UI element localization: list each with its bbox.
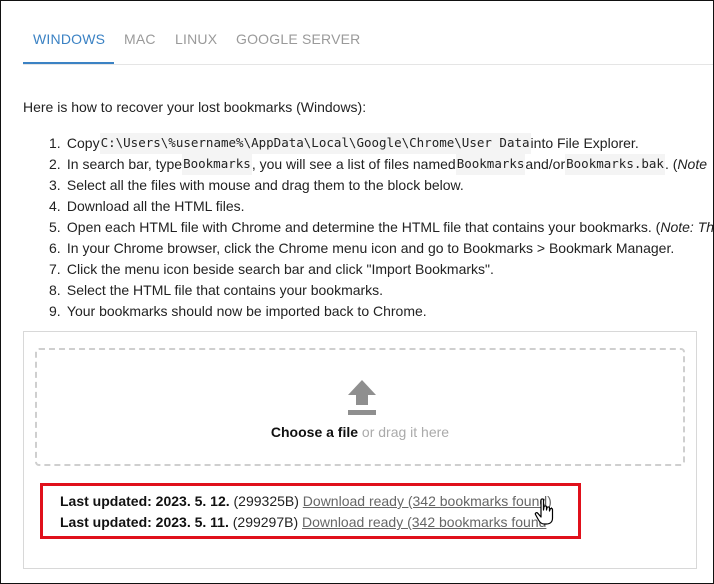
file-size: (299297B) [228,514,303,530]
tab-bar: WINDOWS MAC LINUX GOOGLE SERVER [23,1,713,65]
step-item: 7. Click the menu icon beside search bar… [49,259,713,280]
tab-mac[interactable]: MAC [124,31,156,47]
step-number: 2. [49,156,61,172]
step-number: 9. [49,303,61,319]
step-text: Click the menu icon beside search bar an… [66,261,494,277]
drag-hint: or drag it here [358,424,450,440]
step-text: Copy [66,135,100,151]
step-text: . ( [664,156,678,172]
download-highlight-box: Last updated: 2023. 5. 12. (299325B) Dow… [40,483,581,539]
hand-pointer-icon [534,498,554,525]
download-link[interactable]: Download ready (342 bookmarks found [302,514,546,530]
tab-windows[interactable]: WINDOWS [33,31,105,47]
step-item: 3. Select all the files with mouse and d… [49,175,713,196]
file-code: Bookmarks [455,154,526,175]
step-item: 5. Open each HTML file with Chrome and d… [49,217,714,238]
step-item: 2. In search bar, type Bookmarks, you wi… [49,154,713,175]
step-text: into File Explorer. [530,135,639,151]
step-text: In search bar, type [66,156,183,172]
file-code: Bookmarks.bak [565,154,665,175]
update-row: Last updated: 2023. 5. 11. (299297B) Dow… [60,514,546,530]
upload-arrow-icon [348,380,376,415]
intro-text: Here is how to recover your lost bookmar… [23,99,367,115]
choose-file-label[interactable]: Choose a file [271,424,358,440]
step-number: 7. [49,261,61,277]
tab-google-server[interactable]: GOOGLE SERVER [236,31,361,47]
step-text: Your bookmarks should now be imported ba… [66,303,427,319]
note-text: Note: The [660,219,714,235]
download-link[interactable]: Download ready (342 bookmarks found) [303,493,552,509]
step-number: 5. [49,219,61,235]
step-text: and/or [525,156,566,172]
step-item: 9. Your bookmarks should now be imported… [49,301,713,322]
step-item: 1. Copy C:\Users\%username%\AppData\Loca… [49,133,713,154]
last-updated-label: Last updated: 2023. 5. 11. [60,514,229,530]
step-text: Open each HTML file with Chrome and dete… [66,219,661,235]
file-size: (299325B) [229,493,303,509]
step-text: , you will see a list of files named [251,156,456,172]
choose-file-text: Choose a file or drag it here [37,424,683,440]
tab-linux[interactable]: LINUX [175,31,217,47]
step-number: 8. [49,282,61,298]
file-dropzone[interactable]: Choose a file or drag it here [35,348,685,466]
step-number: 6. [49,240,61,256]
step-item: 4. Download all the HTML files. [49,196,713,217]
step-number: 1. [49,135,61,151]
step-item: 8. Select the HTML file that contains yo… [49,280,713,301]
app-frame: WINDOWS MAC LINUX GOOGLE SERVER Here is … [0,0,714,584]
step-text: Download all the HTML files. [66,198,245,214]
active-tab-indicator [23,62,114,64]
step-text: Select all the files with mouse and drag… [66,177,464,193]
path-code: C:\Users\%username%\AppData\Local\Google… [99,133,531,154]
step-item: 6. In your Chrome browser, click the Chr… [49,238,713,259]
last-updated-label: Last updated: 2023. 5. 12. [60,493,230,509]
step-number: 3. [49,177,61,193]
step-number: 4. [49,198,61,214]
step-text: In your Chrome browser, click the Chrome… [66,240,675,256]
update-row: Last updated: 2023. 5. 12. (299325B) Dow… [60,493,552,509]
file-code: Bookmarks [182,154,252,175]
note-text: Note [677,156,707,172]
step-text: Select the HTML file that contains your … [66,282,384,298]
steps-list: 1. Copy C:\Users\%username%\AppData\Loca… [49,133,714,322]
